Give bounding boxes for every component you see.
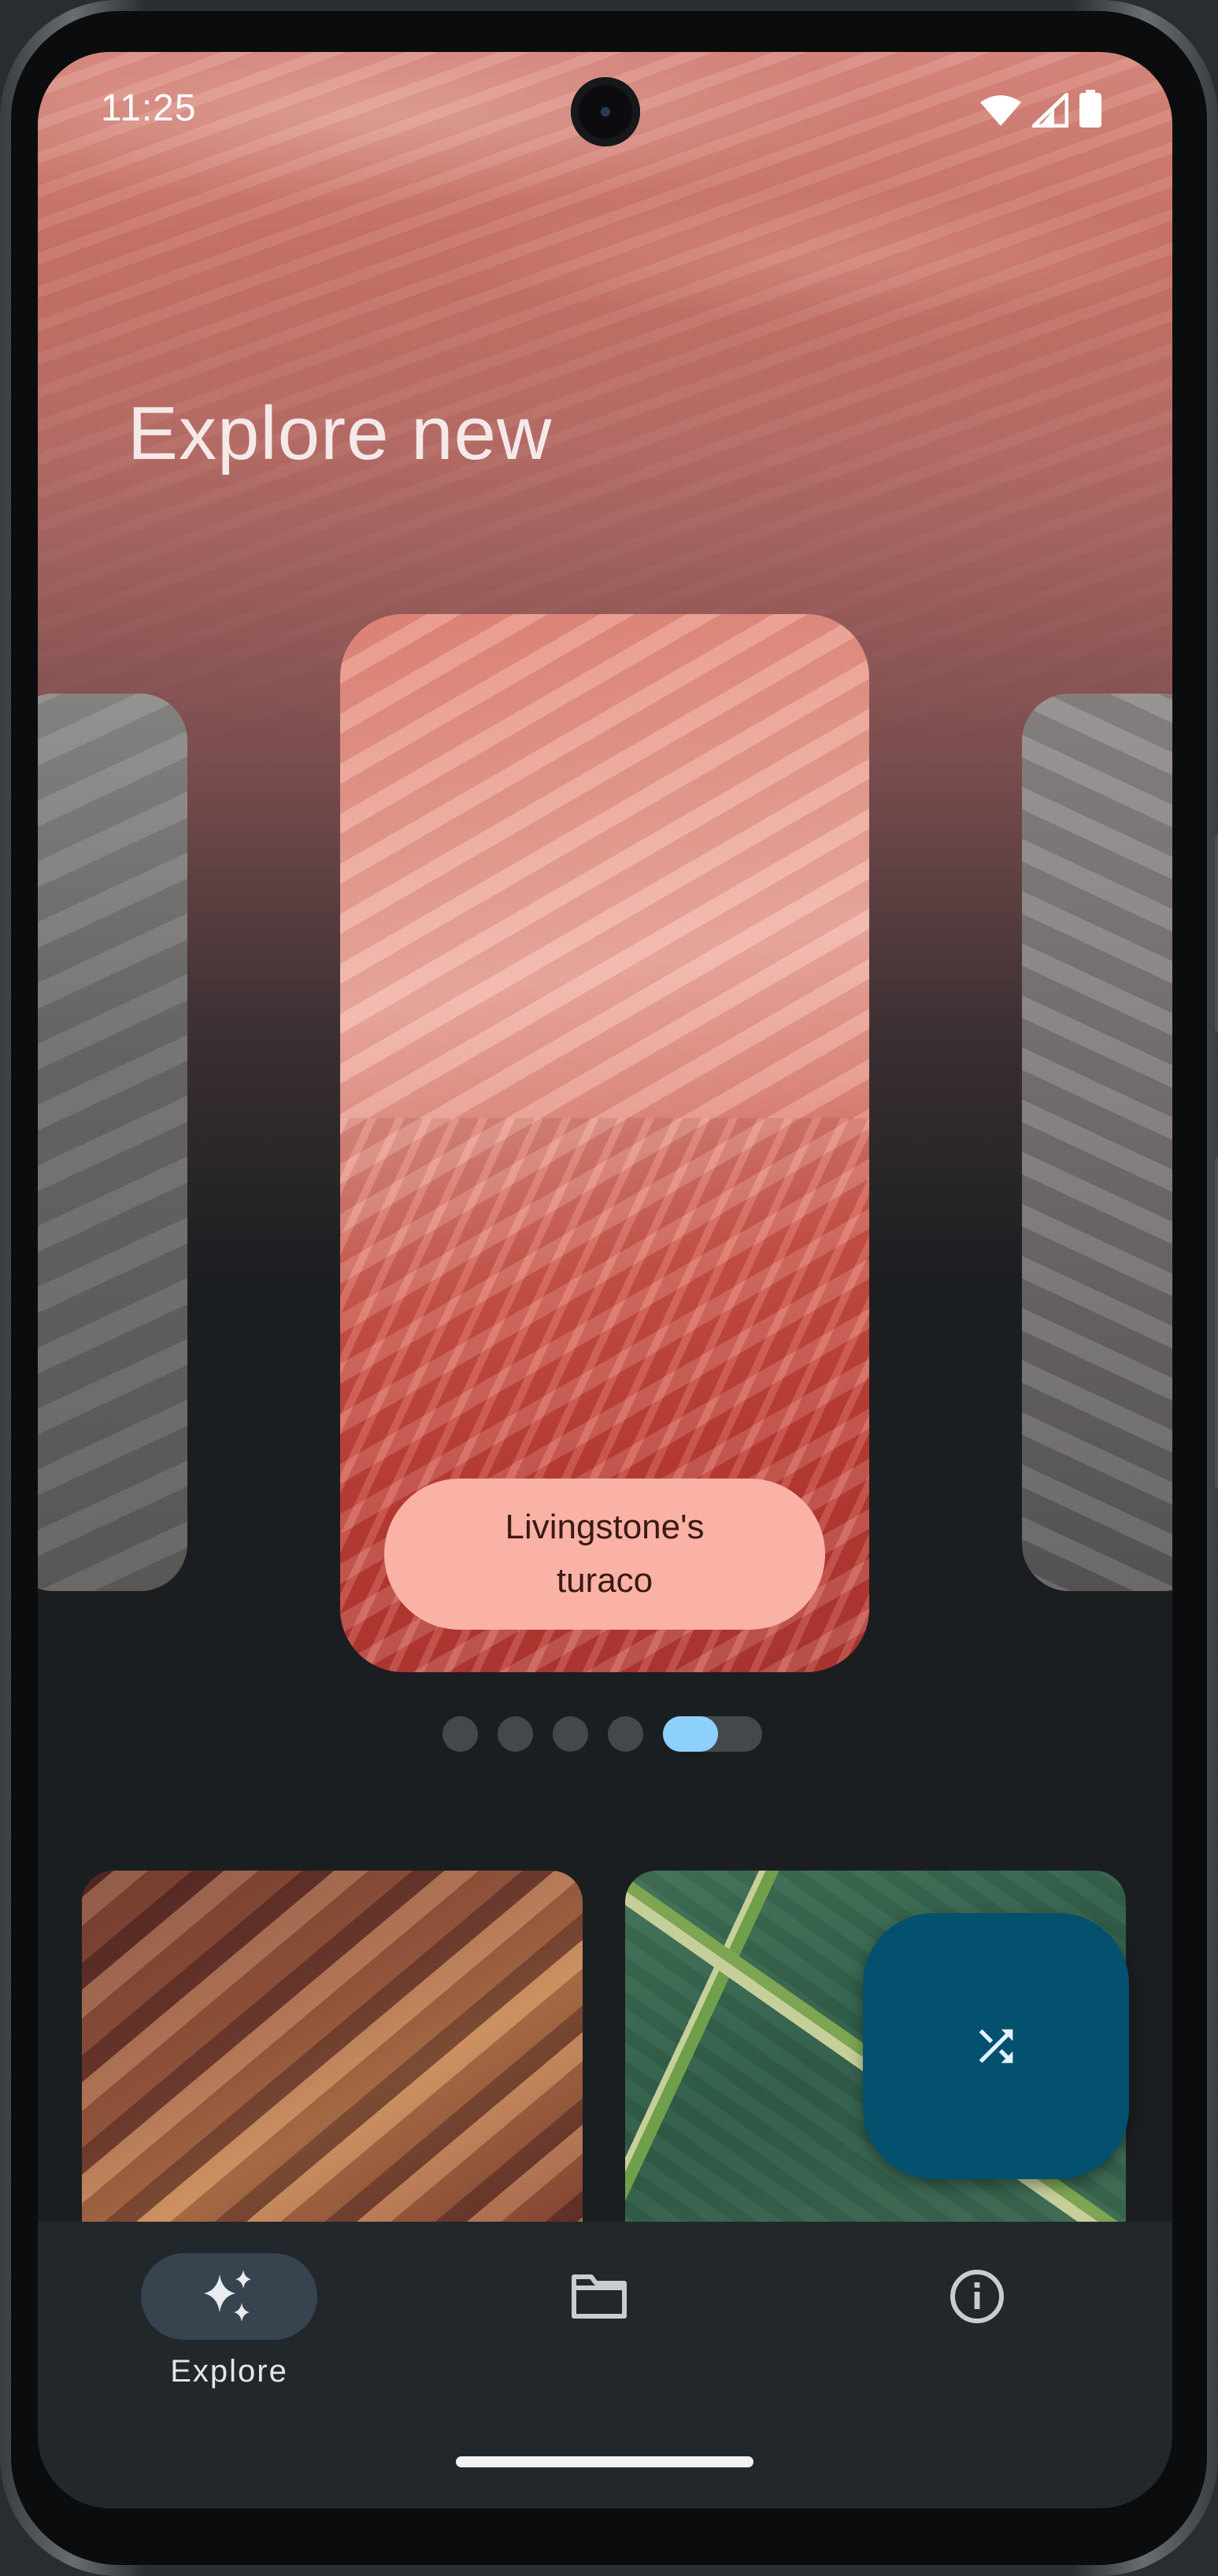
nav-info[interactable] xyxy=(934,2253,1020,2340)
wifi-icon xyxy=(980,95,1021,126)
nav-folder[interactable] xyxy=(556,2253,642,2340)
power-button xyxy=(1215,835,1218,1031)
page-title: Explore new xyxy=(128,391,553,476)
page-dot[interactable] xyxy=(553,1716,588,1752)
wallpaper-card-right[interactable] xyxy=(1022,694,1172,1591)
shuffle-icon xyxy=(979,2029,1013,2063)
signal-icon xyxy=(1032,93,1068,128)
status-time: 11:25 xyxy=(101,87,197,129)
wallpaper-card-left[interactable] xyxy=(38,694,187,1591)
wallpaper-thumbnail-desert[interactable] xyxy=(82,1871,583,2233)
wallpaper-name-label: Livingstone's turaco xyxy=(505,1508,705,1600)
volume-button xyxy=(1215,1157,1218,1488)
page-dot[interactable] xyxy=(442,1716,478,1752)
sparkle-icon xyxy=(204,2270,251,2322)
status-icons xyxy=(980,90,1101,128)
page-dot[interactable] xyxy=(608,1716,643,1752)
shuffle-button[interactable] xyxy=(863,1913,1129,2179)
page-dot-active[interactable] xyxy=(663,1716,762,1752)
wallpaper-card-current[interactable]: Livingstone's turaco xyxy=(340,614,869,1672)
page-indicator xyxy=(442,1716,762,1752)
battery-icon xyxy=(1079,90,1101,128)
front-camera xyxy=(571,77,640,146)
nav-explore-label: Explore xyxy=(170,2354,288,2389)
page-dot[interactable] xyxy=(498,1716,533,1752)
nav-explore[interactable]: Explore xyxy=(139,2253,320,2389)
folder-icon xyxy=(572,2274,627,2319)
wallpaper-name-chip[interactable]: Livingstone's turaco xyxy=(384,1479,825,1630)
info-icon xyxy=(950,2270,1004,2323)
nav-explore-pill[interactable] xyxy=(141,2253,317,2340)
screen: 11:25 Explore new Livingstone's turaco E… xyxy=(38,52,1172,2508)
home-indicator[interactable] xyxy=(456,2456,753,2467)
